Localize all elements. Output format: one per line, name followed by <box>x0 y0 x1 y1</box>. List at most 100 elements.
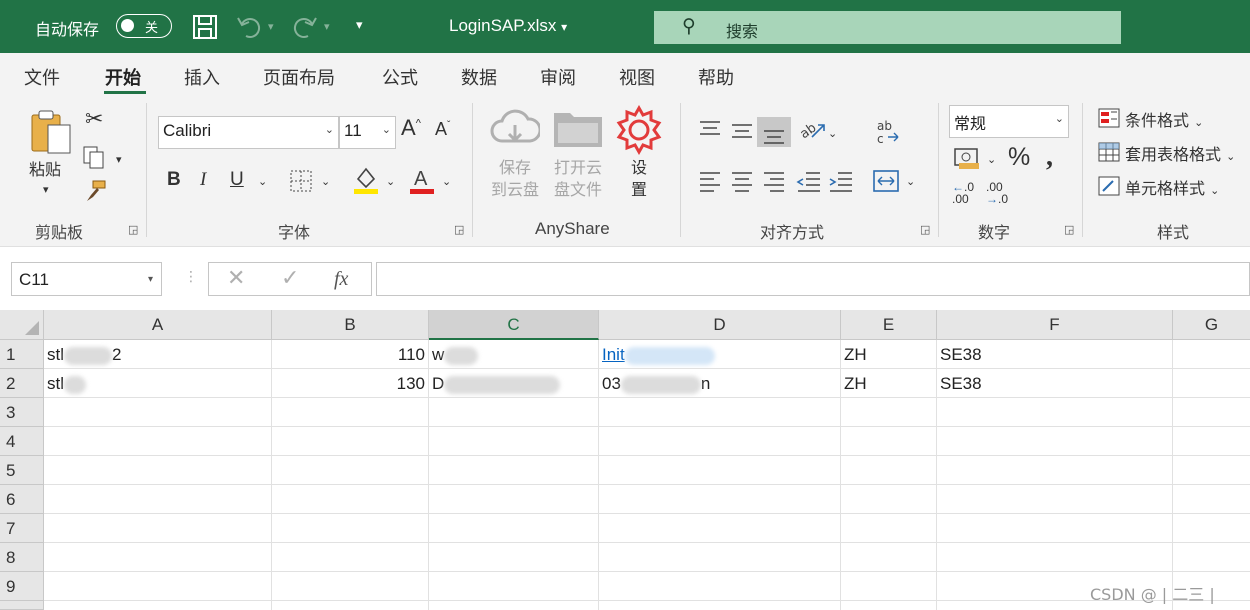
orientation-dropdown-icon[interactable]: ⌄ <box>828 127 837 140</box>
comma-style-icon[interactable]: , <box>1046 141 1053 173</box>
font-size-select[interactable]: 11 ⌄ <box>339 116 396 149</box>
cell-g1[interactable] <box>1173 340 1250 369</box>
paste-label[interactable]: 粘贴 <box>29 159 61 181</box>
underline-dropdown-icon[interactable]: ⌄ <box>258 175 267 188</box>
borders-dropdown-icon[interactable]: ⌄ <box>321 175 330 188</box>
wrap-text-icon[interactable]: abc <box>876 119 902 145</box>
tab-review[interactable]: 审阅 <box>540 64 576 90</box>
search-box[interactable]: ⚲ 搜索 <box>654 11 1121 44</box>
clipboard-launcher-icon[interactable]: ◲ <box>128 223 138 236</box>
conditional-format-button[interactable]: 条件格式 ⌄ <box>1125 107 1203 131</box>
decrease-font-icon[interactable]: Aˇ <box>435 119 450 140</box>
decrease-decimal-icon[interactable]: .00 →.0 <box>986 181 1008 205</box>
bold-icon[interactable]: B <box>167 169 181 191</box>
tab-home[interactable]: 开始 <box>105 64 141 90</box>
row-header[interactable]: 3 <box>0 398 44 427</box>
column-header-d[interactable]: D <box>599 310 841 340</box>
row-header[interactable]: 1 <box>0 340 44 369</box>
row-header[interactable]: 8 <box>0 543 44 572</box>
align-bottom-icon[interactable] <box>762 125 786 145</box>
orientation-icon[interactable]: ab <box>798 117 826 143</box>
name-box[interactable]: C11 ▾ <box>11 262 162 296</box>
insert-function-icon[interactable]: fx <box>334 268 348 291</box>
format-as-table-button[interactable]: 套用表格格式 ⌄ <box>1125 141 1235 165</box>
align-right-icon[interactable] <box>762 170 786 192</box>
cell-a1[interactable]: stl 2 <box>44 340 272 369</box>
column-header-f[interactable]: F <box>937 310 1173 340</box>
tab-data[interactable]: 数据 <box>461 64 497 90</box>
cell-f2[interactable]: SE38 <box>937 369 1173 398</box>
font-launcher-icon[interactable]: ◲ <box>454 223 464 236</box>
copy-dropdown-icon[interactable]: ▾ <box>116 153 122 166</box>
gear-icon[interactable] <box>614 105 664 155</box>
font-family-select[interactable]: Calibri ⌄ <box>158 116 339 149</box>
tab-page-layout[interactable]: 页面布局 <box>263 64 335 90</box>
italic-icon[interactable]: I <box>200 169 206 191</box>
autosave-toggle[interactable]: 关 <box>116 14 172 38</box>
tab-help[interactable]: 帮助 <box>698 64 734 90</box>
tab-view[interactable]: 视图 <box>619 64 655 90</box>
settings-label[interactable]: 设置 <box>627 157 651 201</box>
redo-icon[interactable] <box>290 14 318 40</box>
column-header-a[interactable]: A <box>44 310 272 340</box>
fill-color-dropdown-icon[interactable]: ⌄ <box>386 175 395 188</box>
cell-g2[interactable] <box>1173 369 1250 398</box>
customize-qat-icon[interactable]: ▾ <box>356 18 363 33</box>
file-name[interactable]: LoginSAP.xlsx ▾ <box>449 16 567 36</box>
redo-dropdown-icon[interactable]: ▾ <box>324 20 330 33</box>
enter-icon[interactable]: ✓ <box>281 266 299 291</box>
decrease-indent-icon[interactable] <box>796 170 822 192</box>
merge-center-icon[interactable] <box>872 169 900 193</box>
open-cloud-file-label[interactable]: 打开云 盘文件 <box>548 157 608 201</box>
cell-d2[interactable]: 03 n <box>599 369 841 398</box>
save-icon[interactable] <box>192 14 218 40</box>
cut-icon[interactable]: ✂ <box>85 107 103 132</box>
cell-c2[interactable]: D <box>429 369 599 398</box>
column-header-b[interactable]: B <box>272 310 429 340</box>
number-format-select[interactable]: 常规 ⌄ <box>949 105 1069 138</box>
accounting-dropdown-icon[interactable]: ⌄ <box>987 153 996 166</box>
cloud-save-icon[interactable] <box>490 107 540 151</box>
tab-file[interactable]: 文件 <box>24 64 60 90</box>
cancel-icon[interactable]: ✕ <box>227 266 245 291</box>
tab-formulas[interactable]: 公式 <box>382 64 418 90</box>
format-as-table-icon[interactable] <box>1097 141 1121 163</box>
cell-b2[interactable]: 130 <box>272 369 429 398</box>
row-header[interactable]: 5 <box>0 456 44 485</box>
save-to-cloud-label[interactable]: 保存 到云盘 <box>487 157 543 201</box>
folder-icon[interactable] <box>552 107 604 151</box>
cell-e1[interactable]: ZH <box>841 340 937 369</box>
cell-f1[interactable]: SE38 <box>937 340 1173 369</box>
align-center-icon[interactable] <box>730 170 754 192</box>
row-header[interactable]: 4 <box>0 427 44 456</box>
underline-icon[interactable]: U <box>230 169 244 191</box>
font-color-dropdown-icon[interactable]: ⌄ <box>442 175 451 188</box>
align-top-icon[interactable] <box>698 119 722 139</box>
conditional-format-icon[interactable] <box>1097 107 1121 129</box>
increase-indent-icon[interactable] <box>828 170 854 192</box>
percent-icon[interactable]: % <box>1008 143 1030 172</box>
align-left-icon[interactable] <box>698 170 722 192</box>
cell-e2[interactable]: ZH <box>841 369 937 398</box>
alignment-launcher-icon[interactable]: ◲ <box>920 223 930 236</box>
undo-icon[interactable] <box>236 14 264 40</box>
cell-styles-icon[interactable] <box>1097 175 1121 197</box>
cell-a2[interactable]: stl <box>44 369 272 398</box>
column-header-e[interactable]: E <box>841 310 937 340</box>
row-header[interactable]: 6 <box>0 485 44 514</box>
font-color-icon[interactable]: A <box>408 165 436 195</box>
formula-input[interactable] <box>376 262 1250 296</box>
increase-decimal-icon[interactable]: ←.0.00 <box>952 181 974 205</box>
undo-dropdown-icon[interactable]: ▾ <box>268 20 274 33</box>
row-header[interactable]: 7 <box>0 514 44 543</box>
tab-insert[interactable]: 插入 <box>184 64 220 90</box>
row-header[interactable]: 2 <box>0 369 44 398</box>
column-header-c[interactable]: C <box>429 310 599 340</box>
borders-icon[interactable] <box>289 169 313 193</box>
row-header[interactable]: 9 <box>0 572 44 601</box>
select-all-button[interactable] <box>0 310 44 340</box>
fill-color-icon[interactable] <box>352 165 380 195</box>
number-launcher-icon[interactable]: ◲ <box>1064 223 1074 236</box>
copy-icon[interactable] <box>82 145 106 169</box>
format-painter-icon[interactable] <box>83 179 107 203</box>
